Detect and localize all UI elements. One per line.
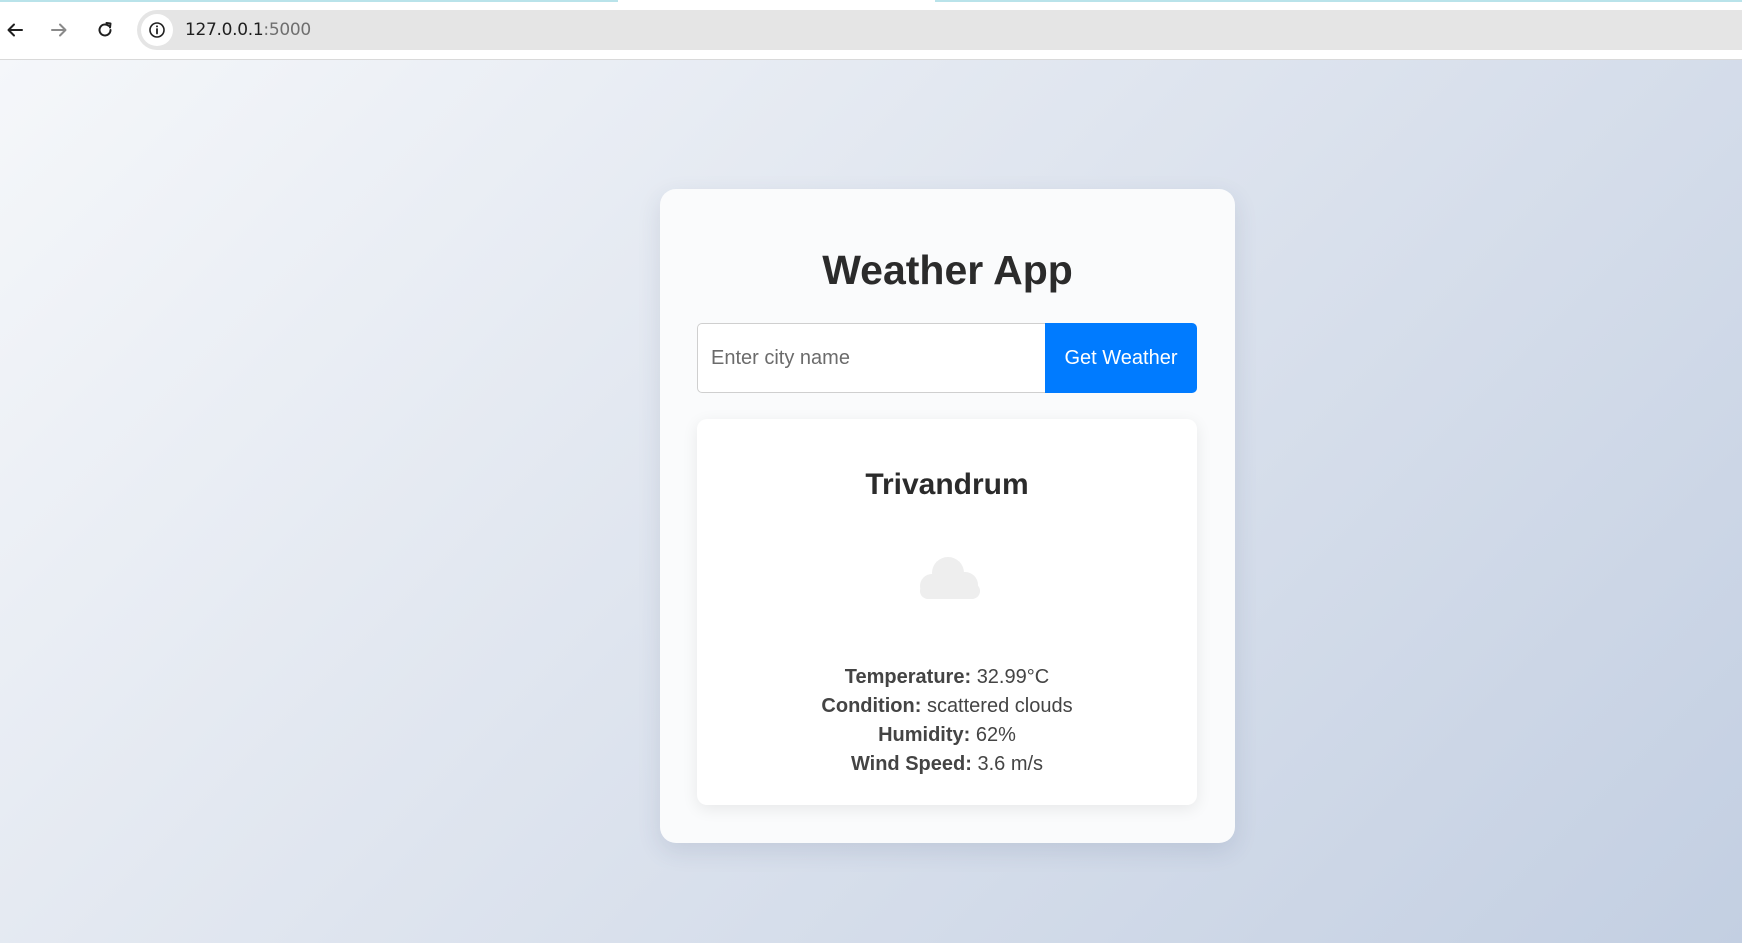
detail-value: 32.99°C xyxy=(976,666,1050,688)
city-name: Trivandrum xyxy=(865,468,1029,501)
url-port: :5000 xyxy=(263,20,311,40)
page-viewport: Weather App Get Weather Trivandrum Tempe… xyxy=(0,60,1742,943)
reload-icon xyxy=(98,22,112,37)
page-load-indicator xyxy=(0,0,1742,2)
site-info-button[interactable] xyxy=(141,14,173,46)
detail-temperature: Temperature: 32.99°C xyxy=(697,663,1197,692)
url-host: 127.0.0.1 xyxy=(185,20,264,40)
browser-toolbar: 127.0.0.1:5000 xyxy=(0,0,1742,60)
city-input[interactable] xyxy=(697,323,1045,393)
back-button[interactable] xyxy=(0,15,30,45)
detail-condition: Condition: scattered clouds xyxy=(697,692,1197,721)
detail-label: Humidity: xyxy=(878,724,971,746)
detail-value: 3.6 m/s xyxy=(977,753,1044,775)
reload-button[interactable] xyxy=(90,15,120,45)
detail-value: scattered clouds xyxy=(926,695,1073,717)
cloud-icon xyxy=(920,557,980,599)
detail-wind-speed: Wind Speed: 3.6 m/s xyxy=(697,750,1197,779)
url-text[interactable]: 127.0.0.1:5000 xyxy=(185,20,311,40)
page-title: Weather App xyxy=(822,247,1073,293)
search-form: Get Weather xyxy=(697,323,1197,393)
arrow-right-icon xyxy=(51,23,67,37)
detail-label: Condition: xyxy=(821,695,922,717)
detail-humidity: Humidity: 62% xyxy=(697,721,1197,750)
address-bar[interactable]: 127.0.0.1:5000 xyxy=(137,10,1742,50)
weather-result-card: Trivandrum Temperature: 32.99°C Conditio… xyxy=(697,419,1197,805)
detail-value: 62% xyxy=(975,724,1016,746)
info-circle-icon xyxy=(149,22,165,38)
detail-label: Wind Speed: xyxy=(850,753,972,775)
get-weather-button[interactable]: Get Weather xyxy=(1045,323,1197,393)
weather-app-container: Weather App Get Weather Trivandrum Tempe… xyxy=(660,189,1235,843)
arrow-left-icon xyxy=(7,23,23,37)
weather-details: Temperature: 32.99°C Condition: scattere… xyxy=(697,663,1197,779)
detail-label: Temperature: xyxy=(844,666,972,688)
forward-button[interactable] xyxy=(44,15,74,45)
